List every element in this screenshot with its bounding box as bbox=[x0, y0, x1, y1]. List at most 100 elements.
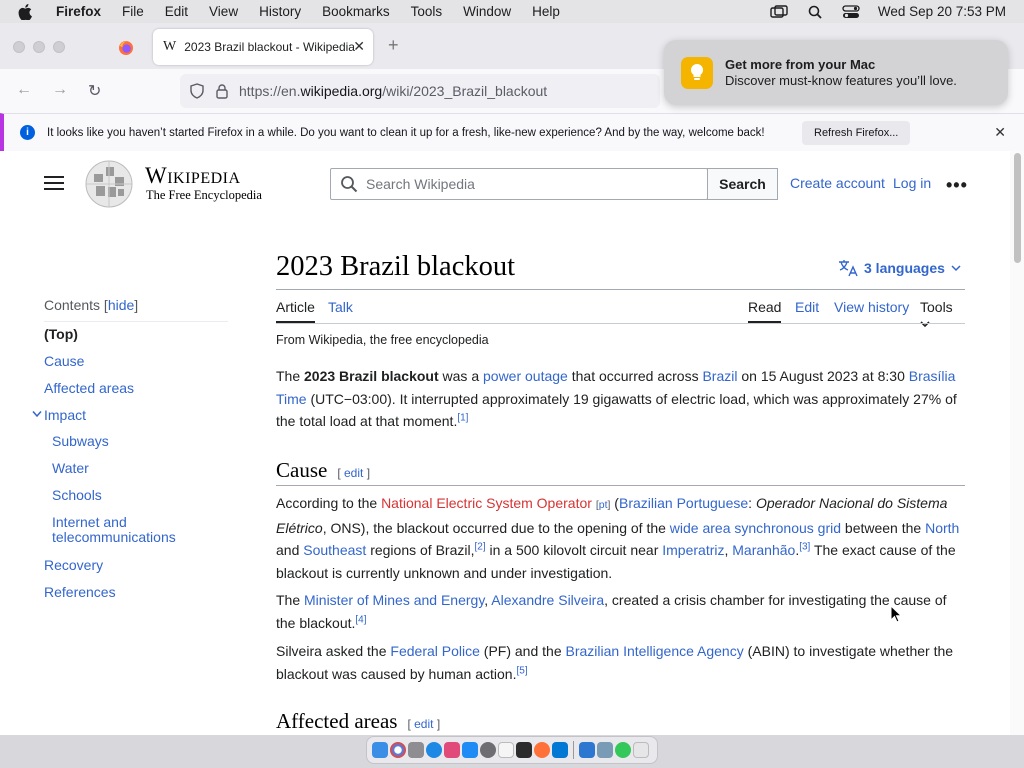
page-scrollbar[interactable] bbox=[1010, 151, 1024, 735]
wikipedia-globe-logo-icon[interactable] bbox=[84, 159, 134, 209]
edit-section-affected-link[interactable]: edit bbox=[414, 717, 433, 731]
refresh-firefox-button[interactable]: Refresh Firefox... bbox=[802, 121, 911, 145]
chrome-icon[interactable] bbox=[390, 742, 406, 758]
reload-icon[interactable]: ↻ bbox=[88, 81, 101, 101]
link-power-outage[interactable]: power outage bbox=[483, 368, 568, 384]
menu-file[interactable]: File bbox=[122, 4, 144, 19]
search-button[interactable]: Search bbox=[707, 168, 778, 200]
main-menu-icon[interactable] bbox=[44, 176, 64, 190]
citation-5[interactable]: [5] bbox=[516, 665, 527, 676]
more-options-icon[interactable]: ••• bbox=[946, 175, 968, 196]
launchpad-icon[interactable] bbox=[408, 742, 424, 758]
tab-view-history[interactable]: View history bbox=[834, 299, 909, 315]
trash-icon[interactable] bbox=[633, 742, 649, 758]
toc-item-affected-areas[interactable]: Affected areas bbox=[44, 380, 134, 396]
link-brazil[interactable]: Brazil bbox=[702, 368, 737, 384]
link-maranhao[interactable]: Maranhão bbox=[732, 542, 795, 558]
photos-icon[interactable] bbox=[444, 742, 460, 758]
link-brazilian-intelligence-agency[interactable]: Brazilian Intelligence Agency bbox=[566, 643, 744, 659]
citation-2[interactable]: [2] bbox=[474, 541, 485, 552]
toc-item-subways[interactable]: Subways bbox=[52, 434, 109, 449]
apple-icon[interactable] bbox=[18, 3, 40, 20]
citation-1[interactable]: [1] bbox=[457, 412, 468, 423]
menu-history[interactable]: History bbox=[259, 4, 301, 19]
firefox-icon bbox=[119, 41, 133, 55]
zoom-window-button[interactable] bbox=[53, 41, 65, 53]
tracking-protection-icon[interactable] bbox=[189, 83, 205, 99]
menu-edit[interactable]: Edit bbox=[165, 4, 188, 19]
control-center-icon[interactable] bbox=[842, 4, 860, 19]
tab-talk[interactable]: Talk bbox=[328, 299, 353, 315]
menu-app-name[interactable]: Firefox bbox=[56, 4, 101, 19]
close-notification-icon[interactable]: ✕ bbox=[994, 124, 1006, 141]
link-pt[interactable]: pt bbox=[599, 499, 608, 511]
menubar-clock[interactable]: Wed Sep 20 7:53 PM bbox=[878, 4, 1006, 19]
messages-icon[interactable] bbox=[615, 742, 631, 758]
lock-icon[interactable] bbox=[215, 83, 229, 99]
toc-item-schools[interactable]: Schools bbox=[52, 488, 102, 503]
spotlight-search-icon[interactable] bbox=[806, 5, 824, 19]
toc-item-water[interactable]: Water bbox=[52, 461, 89, 476]
back-icon[interactable]: ← bbox=[16, 81, 32, 99]
language-selector-button[interactable]: 3 languages bbox=[838, 259, 961, 277]
citation-3[interactable]: [3] bbox=[799, 541, 810, 552]
scrollbar-thumb[interactable] bbox=[1014, 153, 1021, 263]
link-southeast[interactable]: Southeast bbox=[303, 542, 366, 558]
wikipedia-wordmark[interactable]: Wikipedia bbox=[145, 163, 241, 189]
edit-section-cause-link[interactable]: edit bbox=[344, 466, 363, 480]
toc-item-internet-and-telecommunications[interactable]: Internet and telecommunications bbox=[52, 515, 176, 545]
terminal-icon[interactable] bbox=[516, 742, 532, 758]
menu-bookmarks[interactable]: Bookmarks bbox=[322, 4, 390, 19]
close-window-button[interactable] bbox=[13, 41, 25, 53]
page-tabs: Article Talk Read Edit View history Tool… bbox=[276, 299, 965, 328]
system-settings-icon[interactable] bbox=[480, 742, 496, 758]
search-input[interactable]: Search Wikipedia bbox=[330, 168, 708, 200]
link-national-electric-system-operator[interactable]: National Electric System Operator bbox=[381, 495, 592, 511]
macos-dock bbox=[366, 736, 658, 764]
pinned-tab-firefox[interactable] bbox=[110, 33, 142, 63]
tools-dropdown[interactable]: Tools bbox=[920, 299, 965, 331]
toc-item-recovery[interactable]: Recovery bbox=[44, 557, 103, 573]
safari-icon[interactable] bbox=[426, 742, 442, 758]
link-imperatriz[interactable]: Imperatriz bbox=[662, 542, 724, 558]
screen-mirroring-icon[interactable] bbox=[770, 4, 788, 19]
wikipedia-favicon-icon: W bbox=[163, 39, 177, 54]
new-tab-icon[interactable]: + bbox=[388, 35, 399, 56]
citation-4[interactable]: [4] bbox=[355, 614, 366, 625]
vscode-icon[interactable] bbox=[552, 742, 568, 758]
page-title: 2023 Brazil blackout bbox=[276, 251, 516, 282]
macos-notification[interactable]: Get more from your Mac Discover must-kno… bbox=[664, 40, 1008, 105]
toc-item-references[interactable]: References bbox=[44, 584, 116, 600]
link-wide-area-synchronous-grid[interactable]: wide area synchronous grid bbox=[670, 520, 841, 536]
link-federal-police[interactable]: Federal Police bbox=[390, 643, 480, 659]
chevron-down-icon[interactable] bbox=[32, 410, 42, 418]
tab-article[interactable]: Article bbox=[276, 299, 315, 323]
toc-hide-link[interactable]: hide bbox=[108, 297, 134, 313]
tab-edit[interactable]: Edit bbox=[795, 299, 819, 315]
app-store-icon[interactable] bbox=[462, 742, 478, 758]
tab-read[interactable]: Read bbox=[748, 299, 782, 323]
minimize-window-button[interactable] bbox=[33, 41, 45, 53]
textedit-icon[interactable] bbox=[498, 742, 514, 758]
preview-icon[interactable] bbox=[597, 742, 613, 758]
log-in-link[interactable]: Log in bbox=[893, 175, 931, 191]
url-bar[interactable]: https://en.wikipedia.org/wiki/2023_Brazi… bbox=[180, 74, 660, 108]
link-minister-of-mines-and-energy[interactable]: Minister of Mines and Energy bbox=[304, 592, 484, 608]
toc-item-impact[interactable]: Impact bbox=[32, 407, 86, 423]
create-account-link[interactable]: Create account bbox=[790, 175, 885, 191]
menu-view[interactable]: View bbox=[209, 4, 238, 19]
toc-item-top[interactable]: (Top) bbox=[44, 326, 78, 342]
link-brazilian-portuguese[interactable]: Brazilian Portuguese bbox=[619, 495, 748, 511]
close-tab-icon[interactable]: ✕ bbox=[353, 38, 365, 55]
menu-tools[interactable]: Tools bbox=[411, 4, 443, 19]
menu-help[interactable]: Help bbox=[532, 4, 560, 19]
toc-item-cause[interactable]: Cause bbox=[44, 353, 84, 369]
link-north[interactable]: North bbox=[925, 520, 959, 536]
finder-icon[interactable] bbox=[372, 742, 388, 758]
menu-window[interactable]: Window bbox=[463, 4, 511, 19]
forward-icon[interactable]: → bbox=[52, 81, 68, 99]
firefox-dock-icon[interactable] bbox=[534, 742, 550, 758]
tab-wikipedia[interactable]: W 2023 Brazil blackout - Wikipedia ✕ bbox=[153, 29, 373, 65]
zoom-icon[interactable] bbox=[579, 742, 595, 758]
link-alexandre-silveira[interactable]: Alexandre Silveira bbox=[491, 592, 604, 608]
